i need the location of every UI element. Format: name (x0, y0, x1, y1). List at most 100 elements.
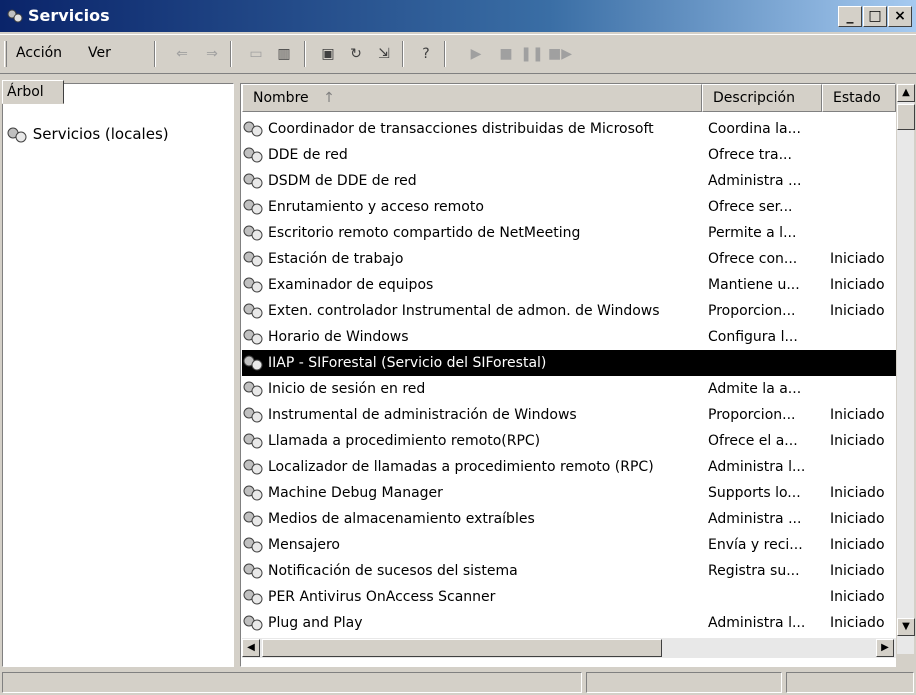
service-gear-icon (243, 329, 263, 345)
service-state: Iniciado (830, 407, 885, 423)
maximize-button[interactable]: □ (863, 6, 887, 27)
table-row[interactable]: Exten. controlador Instrumental de admon… (242, 298, 896, 324)
status-bar (0, 670, 916, 695)
menu-view[interactable]: Ver (88, 45, 111, 61)
vertical-scroll-thumb[interactable] (897, 104, 915, 130)
tree-item-label: Servicios (locales) (32, 125, 169, 143)
service-state: Iniciado (830, 251, 885, 267)
tab-tree[interactable]: Árbol (2, 80, 64, 104)
column-header-description[interactable]: Descripción (702, 84, 822, 112)
service-description: Proporcion... (708, 303, 796, 319)
table-row[interactable]: Mensajero Envía y reci... Iniciado (242, 532, 896, 558)
service-name: Mensajero (268, 537, 340, 553)
sort-ascending-icon: ↑ (323, 90, 335, 106)
service-gear-icon (243, 277, 263, 293)
table-row[interactable]: Machine Debug Manager Supports lo... Inici… (242, 480, 896, 506)
table-row[interactable]: Plug and Play Administra l... Iniciado (242, 610, 896, 636)
column-header-state[interactable]: Estado (822, 84, 896, 112)
tree-item-services-local[interactable]: Servicios (locales) (6, 124, 169, 144)
service-gear-icon (243, 381, 263, 397)
forward-arrow-icon[interactable]: ⇒ (200, 43, 224, 65)
table-row[interactable]: IIAP - SIForestal (Servicio del SIForest… (242, 350, 896, 376)
horizontal-scrollbar[interactable]: ◀ ▶ (242, 638, 896, 658)
toolbar: Acción Ver ⇐ ⇒ ▭ ▥ ▣ ↻ ⇲ ? ▶ ■ ❚❚ ■▶ (0, 34, 916, 74)
scroll-down-button[interactable]: ▼ (897, 618, 915, 636)
service-state: Iniciado (830, 303, 885, 319)
service-description: Mantiene u... (708, 277, 800, 293)
status-pane (2, 672, 582, 693)
services-gear-icon (7, 127, 27, 142)
service-gear-icon (243, 433, 263, 449)
table-row[interactable]: Estación de trabajo Ofrece con... Iniciado (242, 246, 896, 272)
service-gear-icon (243, 511, 263, 527)
service-name: Enrutamiento y acceso remoto (268, 199, 484, 215)
service-name: DSDM de DDE de red (268, 173, 417, 189)
service-name: Instrumental de administración de Window… (268, 407, 577, 423)
tree-pane (2, 83, 234, 667)
restart-service-icon[interactable]: ■▶ (548, 43, 572, 65)
scroll-right-button[interactable]: ▶ (876, 639, 894, 657)
refresh-icon[interactable]: ↻ (344, 43, 368, 65)
table-row[interactable]: Horario de Windows Configura l... (242, 324, 896, 350)
service-gear-icon (243, 563, 263, 579)
service-name: DDE de red (268, 147, 348, 163)
vertical-scrollbar[interactable]: ▲ ▼ (896, 84, 915, 654)
service-gear-icon (243, 615, 263, 631)
back-arrow-icon[interactable]: ⇐ (170, 43, 194, 65)
service-gear-icon (243, 407, 263, 423)
start-service-icon[interactable]: ▶ (464, 43, 488, 65)
table-row[interactable]: Localizador de llamadas a procedimiento … (242, 454, 896, 480)
scroll-left-button[interactable]: ◀ (242, 639, 260, 657)
toolbar-grip (4, 41, 7, 67)
status-pane (586, 672, 782, 693)
service-gear-icon (243, 589, 263, 605)
service-name: IIAP - SIForestal (Servicio del SIForest… (268, 355, 547, 371)
service-name: Estación de trabajo (268, 251, 404, 267)
service-state: Iniciado (830, 485, 885, 501)
service-gear-icon (243, 121, 263, 137)
table-row[interactable]: Medios de almacenamiento extraíbles Admin… (242, 506, 896, 532)
service-name: Notificación de sucesos del sistema (268, 563, 518, 579)
table-row[interactable]: Llamada a procedimiento remoto(RPC) Ofrec… (242, 428, 896, 454)
service-description: Administra ... (708, 511, 802, 527)
column-header-name[interactable]: Nombre ↑ (242, 84, 702, 112)
service-description: Registra su... (708, 563, 800, 579)
close-button[interactable]: × (888, 6, 912, 27)
horizontal-scroll-thumb[interactable] (262, 639, 662, 657)
service-description: Proporcion... (708, 407, 796, 423)
service-state: Iniciado (830, 537, 885, 553)
service-name: Coordinador de transacciones distribuida… (268, 121, 654, 137)
stop-service-icon[interactable]: ■ (494, 43, 518, 65)
window-title: Servicios (28, 6, 110, 25)
table-row[interactable]: DSDM de DDE de red Administra ... (242, 168, 896, 194)
service-description: Ofrece ser... (708, 199, 793, 215)
service-name: Machine Debug Manager (268, 485, 443, 501)
properties-icon[interactable]: ▣ (316, 43, 340, 65)
export-list-icon[interactable]: ⇲ (372, 43, 396, 65)
table-row[interactable]: Escritorio remoto compartido de NetMeeti… (242, 220, 896, 246)
table-row[interactable]: DDE de red Ofrece tra... (242, 142, 896, 168)
service-gear-icon (243, 225, 263, 241)
table-row[interactable]: Inicio de sesión en red Admite la a... (242, 376, 896, 402)
table-row[interactable]: Instrumental de administración de Window… (242, 402, 896, 428)
table-row[interactable]: PER Antivirus OnAccess Scanner Iniciado (242, 584, 896, 610)
table-row[interactable]: Examinador de equipos Mantiene u... Inicia… (242, 272, 896, 298)
service-name: Exten. controlador Instrumental de admon… (268, 303, 660, 319)
pause-service-icon[interactable]: ❚❚ (520, 43, 544, 65)
show-hide-tree-icon[interactable]: ▥ (272, 43, 296, 65)
table-row[interactable]: Enrutamiento y acceso remoto Ofrece ser..… (242, 194, 896, 220)
service-description: Configura l... (708, 329, 798, 345)
service-state: Iniciado (830, 277, 885, 293)
service-gear-icon (243, 485, 263, 501)
service-description: Coordina la... (708, 121, 801, 137)
service-description: Ofrece tra... (708, 147, 792, 163)
scroll-up-button[interactable]: ▲ (897, 84, 915, 102)
minimize-button[interactable]: _ (838, 6, 862, 27)
menu-action[interactable]: Acción (16, 45, 62, 61)
up-folder-icon[interactable]: ▭ (244, 43, 268, 65)
service-name: Localizador de llamadas a procedimiento … (268, 459, 654, 475)
table-row[interactable]: Coordinador de transacciones distribuida… (242, 116, 896, 142)
service-description: Administra ... (708, 173, 802, 189)
help-icon[interactable]: ? (414, 43, 438, 65)
table-row[interactable]: Notificación de sucesos del sistema Regis… (242, 558, 896, 584)
